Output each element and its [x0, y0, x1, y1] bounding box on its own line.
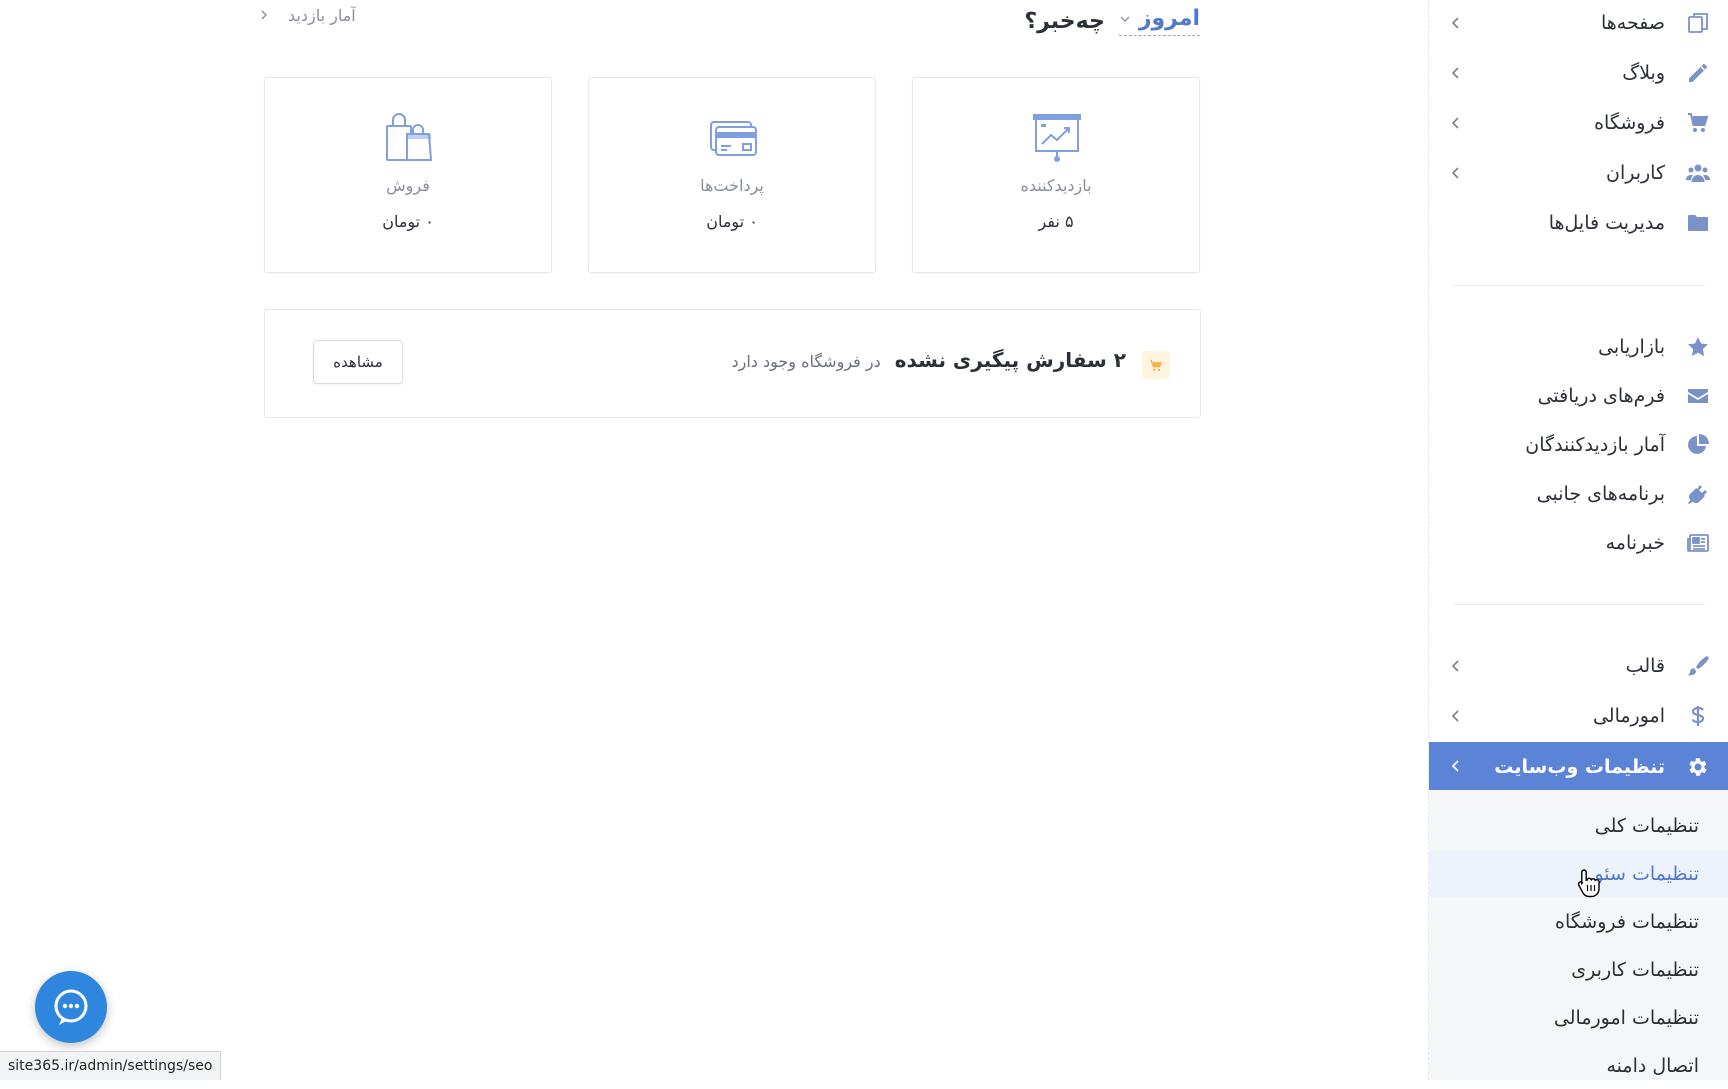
sidebar-divider: [1453, 604, 1705, 605]
chevron-left-icon: [1451, 117, 1459, 129]
sidebar-item-label: قالب: [1625, 655, 1665, 677]
stat-card-visitors[interactable]: بازدیدکننده ۵ نفر: [912, 77, 1200, 273]
chat-support-button[interactable]: [35, 971, 107, 1043]
pages-icon: [1683, 8, 1713, 38]
period-label: امروز: [1138, 6, 1200, 31]
stat-value: ۰ تومان: [706, 212, 758, 231]
page-header: امروز چه‌خبر؟: [1000, 0, 1200, 42]
sidebar-item-label: فرم‌های دریافتی: [1537, 385, 1665, 407]
dollar-icon: [1683, 701, 1713, 731]
submenu-item-label: تنظیمات کاربری: [1571, 959, 1699, 981]
chevron-down-icon: [1120, 16, 1130, 22]
sidebar-item-label: تنظیمات وب‌سایت: [1494, 755, 1665, 778]
sidebar-item-label: کاربران: [1605, 162, 1665, 184]
submenu-item-label: تنظیمات فروشگاه: [1555, 911, 1699, 933]
star-icon: [1683, 332, 1713, 362]
stat-value: ۰ تومان: [382, 212, 434, 231]
submenu-shop-settings[interactable]: تنظیمات فروشگاه: [1429, 899, 1728, 945]
pencil-icon: [1683, 58, 1713, 88]
credit-cards-icon: [710, 121, 757, 156]
sidebar-item-finance[interactable]: امورمالی: [1429, 693, 1728, 739]
stat-card-sales[interactable]: فروش ۰ تومان: [264, 77, 552, 273]
folder-icon: [1683, 208, 1713, 238]
sidebar-item-theme[interactable]: قالب: [1429, 643, 1728, 689]
submenu-finance-settings[interactable]: تنظیمات امورمالی: [1429, 995, 1728, 1041]
chevron-right-icon: [261, 10, 267, 20]
pending-orders-notice: ۲ سفارش پیگیری نشده در فروشگاه وجود دارد…: [264, 309, 1201, 418]
sidebar-item-label: مدیریت فایل‌ها: [1548, 212, 1665, 234]
stat-name: بازدیدکننده: [1020, 176, 1092, 195]
sidebar-item-label: برنامه‌های جانبی: [1536, 483, 1665, 505]
chevron-left-icon: [1451, 17, 1459, 29]
sidebar-item-marketing[interactable]: بازاریابی: [1429, 324, 1728, 370]
pie-chart-icon: [1683, 430, 1713, 460]
submenu-domain-connection[interactable]: اتصال دامنه: [1429, 1043, 1728, 1089]
sidebar: صفحه‌ها وبلاگ فروشگاه کاربران مدیریت فای…: [1428, 0, 1728, 1080]
chevron-left-icon: [1451, 167, 1459, 179]
submenu-general-settings[interactable]: تنظیمات کلی: [1429, 803, 1728, 849]
submenu-item-label: تنظیمات سئو: [1594, 863, 1699, 885]
sidebar-item-blog[interactable]: وبلاگ: [1429, 50, 1728, 96]
plug-icon: [1683, 479, 1713, 509]
chat-bubble-icon: [54, 989, 88, 1025]
sidebar-item-users[interactable]: کاربران: [1429, 150, 1728, 196]
notice-main-text: ۲ سفارش پیگیری نشده: [894, 348, 1126, 372]
presentation-chart-icon: [1033, 114, 1081, 162]
stat-name: فروش: [386, 176, 430, 195]
sidebar-item-shop[interactable]: فروشگاه: [1429, 100, 1728, 146]
hand-cursor-icon: [1577, 869, 1600, 898]
notice-text: ۲ سفارش پیگیری نشده در فروشگاه وجود دارد: [731, 348, 1126, 372]
envelope-icon: [1683, 381, 1713, 411]
submenu-item-label: تنظیمات کلی: [1594, 815, 1699, 837]
newspaper-icon: [1683, 528, 1713, 558]
cart-icon: [1142, 351, 1170, 379]
stat-name: پرداخت‌ها: [700, 176, 764, 195]
view-orders-button[interactable]: مشاهده: [313, 340, 403, 384]
shopping-bags-icon: [386, 113, 433, 161]
brush-icon: [1683, 651, 1713, 681]
sidebar-item-label: صفحه‌ها: [1600, 12, 1665, 34]
sidebar-item-forms[interactable]: فرم‌های دریافتی: [1429, 373, 1728, 419]
sidebar-item-label: خبرنامه: [1605, 532, 1665, 554]
chevron-left-icon: [1451, 660, 1459, 672]
chevron-left-icon: [1451, 760, 1459, 772]
status-bar-url: site365.ir/admin/settings/seo: [0, 1051, 222, 1080]
notice-sub-text: در فروشگاه وجود دارد: [731, 352, 881, 371]
gear-icon: [1683, 752, 1713, 782]
sidebar-item-label: بازاریابی: [1598, 336, 1665, 358]
sidebar-item-visitor-stats[interactable]: آمار بازدیدکنندگان: [1429, 422, 1728, 468]
breadcrumb[interactable]: آمار بازدید: [258, 2, 356, 28]
sidebar-item-label: وبلاگ: [1622, 62, 1665, 84]
sidebar-item-plugins[interactable]: برنامه‌های جانبی: [1429, 471, 1728, 517]
cart-icon: [1683, 108, 1713, 138]
sidebar-item-pages[interactable]: صفحه‌ها: [1429, 0, 1728, 46]
sidebar-item-label: امورمالی: [1592, 705, 1665, 727]
sidebar-divider: [1453, 285, 1705, 286]
period-dropdown[interactable]: امروز: [1118, 6, 1200, 36]
stat-value: ۵ نفر: [1038, 212, 1074, 231]
users-icon: [1683, 158, 1713, 188]
page-title: چه‌خبر؟: [1024, 8, 1105, 34]
website-settings-submenu: تنظیمات کلی تنظیمات سئو تنظیمات فروشگاه …: [1429, 790, 1728, 1080]
sidebar-item-website-settings[interactable]: تنظیمات وب‌سایت: [1429, 742, 1728, 791]
sidebar-item-label: آمار بازدیدکنندگان: [1525, 434, 1665, 456]
sidebar-item-file-manager[interactable]: مدیریت فایل‌ها: [1429, 200, 1728, 246]
sidebar-item-label: فروشگاه: [1594, 112, 1665, 134]
submenu-item-label: تنظیمات امورمالی: [1553, 1007, 1699, 1029]
submenu-item-label: اتصال دامنه: [1606, 1055, 1699, 1077]
chevron-left-icon: [1451, 710, 1459, 722]
chevron-left-icon: [1451, 67, 1459, 79]
sidebar-item-newsletter[interactable]: خبرنامه: [1429, 520, 1728, 566]
breadcrumb-label: آمار بازدید: [288, 5, 356, 25]
stat-card-payments[interactable]: پرداخت‌ها ۰ تومان: [588, 77, 876, 273]
submenu-user-settings[interactable]: تنظیمات کاربری: [1429, 947, 1728, 993]
